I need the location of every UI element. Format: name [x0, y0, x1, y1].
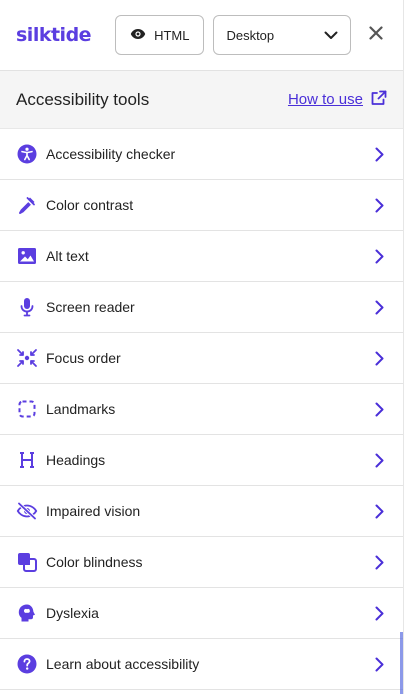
question-circle-icon	[16, 653, 38, 675]
focus-arrows-icon	[16, 347, 38, 369]
tool-focus-order[interactable]: Focus order	[0, 333, 403, 384]
heading-h-icon	[16, 449, 38, 471]
tool-label: Dyslexia	[46, 605, 99, 621]
tool-color-contrast[interactable]: Color contrast	[0, 180, 403, 231]
tool-label: Color contrast	[46, 197, 134, 213]
tool-impaired-vision[interactable]: Impaired vision	[0, 486, 403, 537]
accessibility-person-icon	[16, 143, 38, 165]
close-button[interactable]	[365, 24, 387, 46]
tool-headings[interactable]: Headings	[0, 435, 403, 486]
tool-accessibility-checker[interactable]: Accessibility checker	[0, 129, 403, 180]
chevron-right-icon	[371, 655, 387, 673]
html-view-button[interactable]: HTML	[115, 15, 205, 55]
tool-color-blindness[interactable]: Color blindness	[0, 537, 403, 588]
chevron-right-icon	[371, 604, 387, 622]
tool-label: Impaired vision	[46, 503, 141, 519]
eyedropper-icon	[16, 194, 38, 216]
scrollbar-thumb[interactable]	[400, 632, 403, 694]
image-icon	[16, 245, 38, 267]
eye-slash-icon	[16, 500, 38, 522]
accessibility-panel: silktide HTML Desktop Accessibility tool…	[0, 0, 404, 694]
chevron-down-icon	[324, 28, 338, 43]
dashed-square-icon	[16, 398, 38, 420]
tool-label: Alt text	[46, 248, 89, 264]
tool-landmarks[interactable]: Landmarks	[0, 384, 403, 435]
section-header: Accessibility tools How to use	[0, 71, 403, 129]
chevron-right-icon	[371, 349, 387, 367]
microphone-icon	[16, 296, 38, 318]
chevron-right-icon	[371, 298, 387, 316]
chevron-right-icon	[371, 502, 387, 520]
tool-screen-reader[interactable]: Screen reader	[0, 282, 403, 333]
chevron-right-icon	[371, 553, 387, 571]
tool-label: Landmarks	[46, 401, 116, 417]
tool-label: Color blindness	[46, 554, 143, 570]
device-select-value: Desktop	[226, 27, 275, 43]
overlapping-squares-icon	[16, 551, 38, 573]
tool-alt-text[interactable]: Alt text	[0, 231, 403, 282]
silktide-logo: silktide	[16, 24, 92, 46]
chevron-right-icon	[371, 247, 387, 265]
top-bar: silktide HTML Desktop	[0, 0, 403, 71]
chevron-right-icon	[371, 451, 387, 469]
close-icon	[369, 25, 383, 45]
tool-dyslexia[interactable]: Dyslexia	[0, 588, 403, 639]
chevron-right-icon	[371, 145, 387, 163]
external-link-icon	[371, 90, 387, 110]
tool-learn-about-accessibility[interactable]: Learn about accessibility	[0, 639, 403, 690]
how-to-use-link[interactable]: How to use	[288, 90, 387, 110]
tool-label: Headings	[46, 452, 106, 468]
eye-icon	[130, 28, 146, 43]
tool-label: Screen reader	[46, 299, 135, 315]
brain-head-icon	[16, 602, 38, 624]
section-title: Accessibility tools	[16, 89, 150, 109]
html-button-label: HTML	[154, 27, 190, 43]
tools-list: Accessibility checker Color contrast Alt…	[0, 129, 403, 690]
tool-label: Accessibility checker	[46, 146, 176, 162]
chevron-right-icon	[371, 400, 387, 418]
tool-label: Focus order	[46, 350, 121, 366]
chevron-right-icon	[371, 196, 387, 214]
tool-label: Learn about accessibility	[46, 656, 200, 672]
how-to-use-label: How to use	[287, 91, 363, 108]
device-select[interactable]: Desktop	[213, 15, 352, 55]
